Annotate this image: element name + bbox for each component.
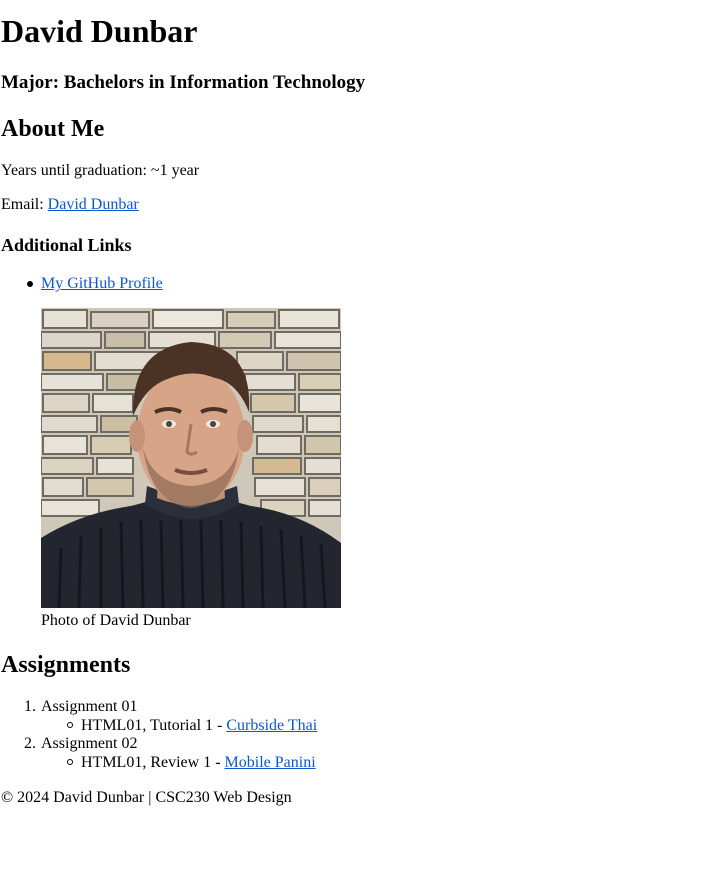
assignment-sub-label: HTML01, Review 1 - [81,754,221,771]
email-label: Email: [1,196,44,213]
list-number: 1. [24,698,36,715]
email-link[interactable]: David Dunbar [48,196,139,213]
major-heading: Major: Bachelors in Information Technolo… [1,72,366,93]
graduation-text: Years until graduation: ~1 year [1,162,200,179]
portrait-image [41,308,341,608]
list-bullet [67,722,73,728]
assignment-title: Assignment 01 [41,698,138,715]
profile-photo [41,308,341,608]
assignment-sub-item: HTML01, Tutorial 1 - Curbside Thai [81,716,317,736]
additional-links-heading: Additional Links [1,235,132,255]
about-heading: About Me [1,116,105,142]
assignment-title: Assignment 02 [41,735,138,752]
assignment-sub-label: HTML01, Tutorial 1 - [81,717,223,734]
github-profile-link[interactable]: My GitHub Profile [41,274,163,294]
list-bullet [67,759,73,765]
curbside-thai-link[interactable]: Curbside Thai [226,717,317,734]
footer: © 2024 David Dunbar | CSC230 Web Design [1,789,292,806]
email-line: Email: David Dunbar [1,195,139,215]
list-number: 2. [24,735,36,752]
photo-caption: Photo of David Dunbar [41,612,191,629]
page-title: David Dunbar [1,13,198,49]
assignments-heading: Assignments [1,652,131,678]
list-bullet [27,281,33,287]
mobile-panini-link[interactable]: Mobile Panini [225,754,316,771]
assignment-sub-item: HTML01, Review 1 - Mobile Panini [81,753,316,773]
